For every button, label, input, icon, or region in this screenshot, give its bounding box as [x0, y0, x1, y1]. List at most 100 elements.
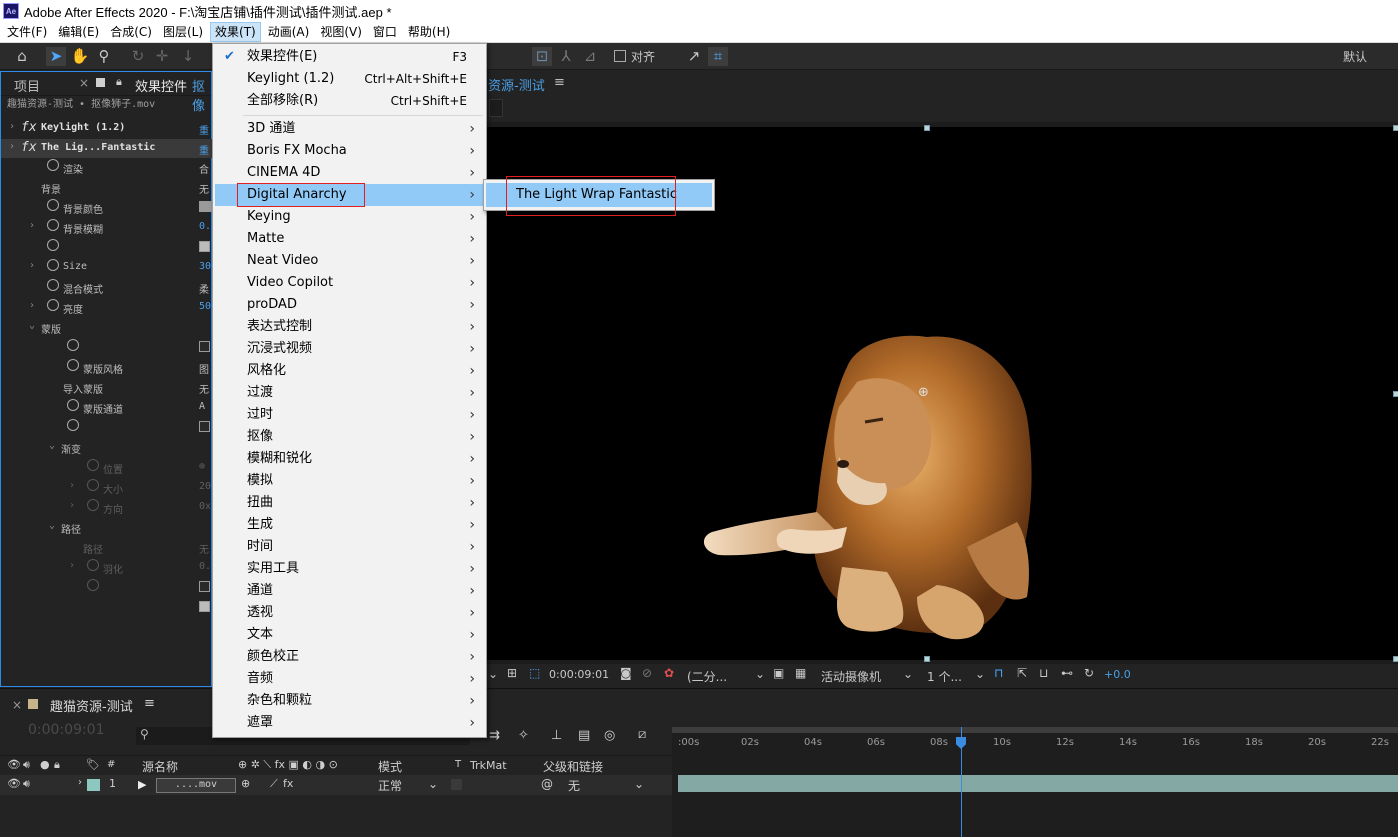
- tab-composition[interactable]: 资源-测试: [488, 75, 545, 94]
- panel-menu-icon[interactable]: ≡: [554, 75, 565, 90]
- effect-control-row[interactable]: › 羽化 0.: [1, 558, 213, 577]
- timeline-comp-name[interactable]: 趣猫资源-测试: [50, 696, 133, 715]
- effect-control-value[interactable]: 20: [199, 481, 211, 492]
- menu-item-category[interactable]: CINEMA 4D ›: [215, 162, 485, 184]
- menu-item-category[interactable]: 杂色和颗粒 ›: [215, 690, 485, 712]
- menu-item-category[interactable]: 实用工具 ›: [215, 558, 485, 580]
- twirl-icon[interactable]: ›: [29, 260, 35, 271]
- snap-target-icon[interactable]: ⌗: [708, 47, 728, 66]
- effect-control-value[interactable]: 0x: [199, 501, 211, 512]
- menu-item-category[interactable]: 沉浸式视频 ›: [215, 338, 485, 360]
- anchor-point-icon[interactable]: ⊕: [918, 385, 929, 400]
- effect-control-row[interactable]: ⌄ 蒙版: [1, 318, 213, 337]
- anchor-tool-icon[interactable]: ✛: [152, 47, 172, 66]
- snapshot-icon[interactable]: ◙: [620, 666, 632, 680]
- effect-control-row[interactable]: 渲染 合: [1, 158, 213, 177]
- effect-control-row[interactable]: › Size 30: [1, 258, 213, 277]
- world-axis-icon[interactable]: ⅄: [556, 47, 576, 66]
- stopwatch-icon[interactable]: [47, 159, 59, 171]
- effect-control-value[interactable]: 合: [199, 161, 209, 176]
- effect-control-row[interactable]: › fx The Lig...Fantastic 重: [1, 139, 213, 158]
- menu-file[interactable]: 文件(F): [3, 22, 51, 42]
- lock-switch-icon[interactable]: 🔒︎: [54, 758, 60, 772]
- graph-editor-icon[interactable]: ⧄: [638, 727, 646, 742]
- layer-fx-icon[interactable]: fx: [283, 777, 293, 790]
- effect-control-row[interactable]: [1, 578, 213, 597]
- effect-control-row[interactable]: ⌄ 路径: [1, 518, 213, 537]
- fast-previews-icon[interactable]: ⇱: [1017, 666, 1027, 680]
- effect-control-value[interactable]: 图: [199, 361, 209, 376]
- effect-control-row[interactable]: › 亮度 50: [1, 298, 213, 317]
- tab-project[interactable]: 项目: [14, 76, 40, 95]
- rotate-tool-icon[interactable]: ↻: [128, 47, 148, 66]
- timeline-icon[interactable]: ⊔: [1039, 666, 1048, 680]
- resolution-dropdown[interactable]: (二分...: [687, 668, 727, 685]
- menu-animation[interactable]: 动画(A): [264, 22, 314, 42]
- stopwatch-icon[interactable]: [67, 419, 79, 431]
- stopwatch-icon[interactable]: [87, 459, 99, 471]
- menu-item-category[interactable]: 通道 ›: [215, 580, 485, 602]
- menu-item-category[interactable]: 遮罩 ›: [215, 712, 485, 734]
- mode-header[interactable]: 模式: [378, 758, 402, 775]
- effect-control-row[interactable]: 路径 无: [1, 538, 213, 557]
- twirl-icon[interactable]: ›: [29, 220, 35, 231]
- channel-icon[interactable]: ✿: [664, 666, 674, 680]
- menu-item-category[interactable]: Boris FX Mocha ›: [215, 140, 485, 162]
- region-of-interest-icon[interactable]: ▣: [773, 666, 784, 680]
- stopwatch-icon[interactable]: [47, 299, 59, 311]
- flowchart-toggle-icon[interactable]: [489, 99, 503, 117]
- menu-help[interactable]: 帮助(H): [404, 22, 454, 42]
- effect-control-row[interactable]: [1, 338, 213, 357]
- effect-control-value[interactable]: 无: [199, 541, 209, 556]
- magnification-arrow-icon[interactable]: ⌄: [488, 667, 498, 681]
- layer-name[interactable]: ....mov: [156, 778, 236, 793]
- effect-control-value[interactable]: 无: [199, 381, 209, 396]
- fx-icon[interactable]: fx: [21, 140, 37, 155]
- effect-control-value[interactable]: 0.: [199, 561, 211, 572]
- menu-layer[interactable]: 图层(L): [159, 22, 207, 42]
- snap-checkbox[interactable]: [614, 50, 626, 62]
- toggle-pixel-aspect-icon[interactable]: ⊓: [994, 666, 1003, 680]
- padlock-icon[interactable]: 🔒︎: [116, 75, 122, 89]
- current-time-display[interactable]: 0:00:09:01: [549, 668, 609, 681]
- effect-control-value[interactable]: ⊕: [199, 461, 205, 472]
- effect-control-value[interactable]: 无: [199, 181, 209, 196]
- effect-checkbox[interactable]: [199, 581, 210, 592]
- camera-arrow-icon[interactable]: ⌄: [903, 667, 913, 681]
- effect-checkbox[interactable]: [199, 601, 210, 612]
- draft-3d-icon[interactable]: ✧: [518, 728, 529, 743]
- layer-track-area[interactable]: [672, 727, 1398, 837]
- table-row[interactable]: 👁︎ 🔊︎ › 1 ▶ ....mov ⊕ ⟋ fx 正常 ⌄ @ 无 ⌄: [0, 775, 672, 795]
- tab-effect-controls[interactable]: 效果控件: [135, 76, 187, 95]
- menu-item-category[interactable]: 音频 ›: [215, 668, 485, 690]
- camera-dropdown[interactable]: 活动摄像机: [821, 668, 881, 685]
- effect-control-row[interactable]: ⌄ 渐变: [1, 438, 213, 457]
- menu-item-category[interactable]: 模拟 ›: [215, 470, 485, 492]
- view-axis-icon[interactable]: ⊿: [580, 47, 600, 66]
- hand-tool-icon[interactable]: ✋: [70, 47, 90, 66]
- effect-control-value[interactable]: A: [199, 401, 205, 412]
- source-name-header[interactable]: 源名称: [142, 758, 178, 775]
- menu-item-category[interactable]: 文本 ›: [215, 624, 485, 646]
- effect-control-value[interactable]: 0.: [199, 221, 211, 232]
- stopwatch-icon[interactable]: [87, 499, 99, 511]
- menu-item-category[interactable]: Keying ›: [215, 206, 485, 228]
- close-tab-icon[interactable]: ×: [79, 76, 89, 90]
- menu-window[interactable]: 窗口: [369, 22, 401, 42]
- parent-arrow-icon[interactable]: ⌄: [634, 777, 644, 791]
- layer-label-color[interactable]: [87, 779, 100, 791]
- exposure-value[interactable]: +0.0: [1104, 668, 1131, 681]
- layer-duration-bar[interactable]: [678, 775, 1398, 792]
- shy-layers-icon[interactable]: ⊥: [551, 728, 562, 743]
- solo-switch-icon[interactable]: ●: [40, 758, 50, 771]
- stopwatch-icon[interactable]: [47, 279, 59, 291]
- menu-item-category[interactable]: 抠像 ›: [215, 426, 485, 448]
- workspace-default[interactable]: 默认: [1343, 48, 1367, 65]
- zoom-tool-icon[interactable]: ⚲: [94, 47, 114, 66]
- transform-handle-top[interactable]: [924, 125, 930, 131]
- menu-item-top[interactable]: ✔ 效果控件(E) F3: [215, 46, 485, 68]
- effect-control-row[interactable]: › fx Keylight (1.2) 重: [1, 119, 213, 138]
- effect-control-row[interactable]: 导入蒙版 无: [1, 378, 213, 397]
- menu-view[interactable]: 视图(V): [316, 22, 366, 42]
- stopwatch-icon[interactable]: [47, 199, 59, 211]
